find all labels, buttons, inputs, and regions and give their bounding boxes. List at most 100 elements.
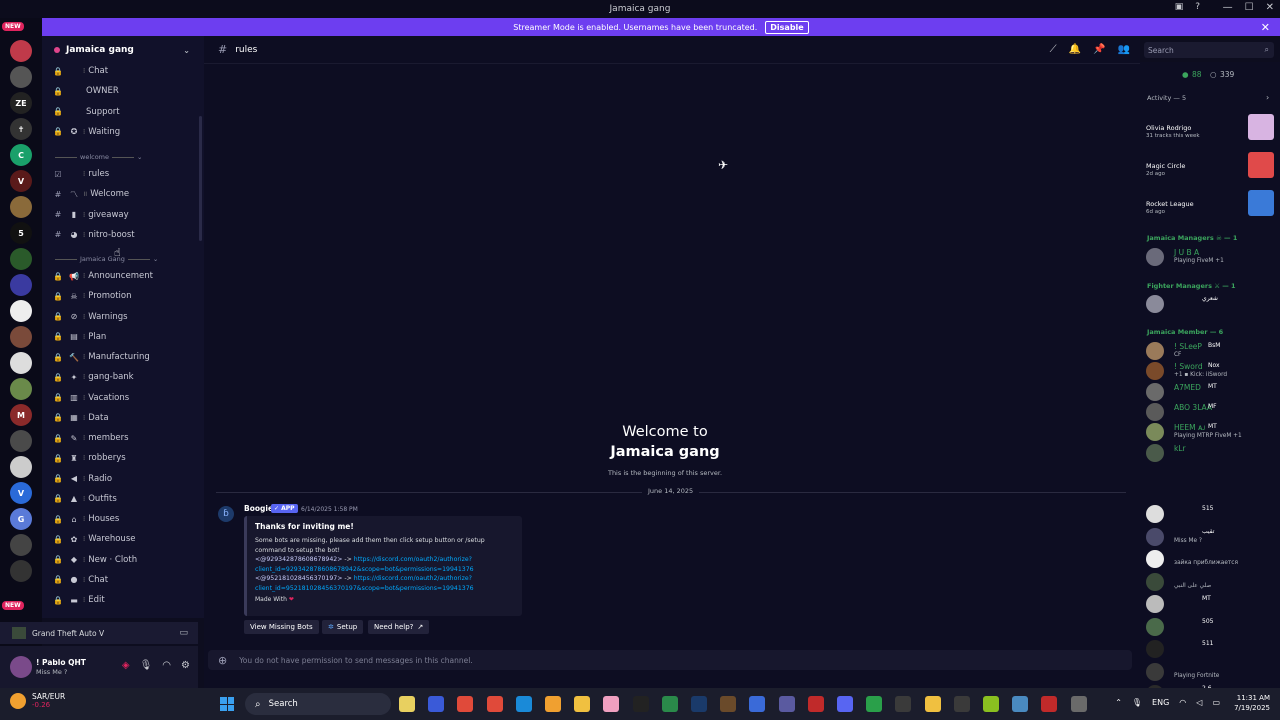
channel-gang[interactable]: 🔒 🔨 ⁞ Manufacturing — [52, 348, 200, 366]
server-icon[interactable] — [10, 326, 32, 348]
battery-icon[interactable]: ▭ — [1212, 698, 1220, 707]
taskbar-app-icon[interactable] — [661, 696, 678, 712]
taskbar-app-icon[interactable] — [983, 696, 999, 712]
search-input[interactable]: Search ⌕ — [1144, 42, 1274, 58]
server-icon[interactable]: V — [10, 170, 32, 192]
server-icon[interactable] — [10, 248, 32, 270]
member-row[interactable]: Playing Fortnite — [1146, 662, 1274, 682]
invite-link[interactable]: https://discord.com/oauth2/authorize? — [354, 556, 472, 563]
server-icon[interactable] — [10, 352, 32, 374]
member-row[interactable]: شعري — [1146, 294, 1274, 314]
channel-gang[interactable]: 🔒 ⊘ ⁞ Warnings — [52, 308, 200, 326]
channel-gang[interactable]: 🔒 ● ⁞ Chat — [52, 571, 200, 589]
close-window-button[interactable]: ✕ — [1266, 2, 1274, 13]
channel-gang[interactable]: 🔒 ▲ ⁞ Outfits — [52, 490, 200, 508]
taskbar-app-icon[interactable] — [545, 696, 561, 712]
channel-top[interactable]: 🔒 ✪ ⁞ Waiting — [52, 123, 200, 141]
channel-gang[interactable]: 🔒 ◆ ⁞ New · Cloth — [52, 551, 200, 569]
start-button[interactable] — [220, 697, 234, 711]
headphones-icon[interactable]: ◠ — [162, 660, 171, 671]
taskbar-search[interactable]: ⌕ Search — [245, 693, 391, 715]
taskbar-app-icon[interactable] — [515, 696, 532, 712]
taskbar-app-icon[interactable] — [1041, 696, 1058, 712]
gear-icon[interactable]: ⚙ — [181, 660, 190, 671]
setup-button[interactable]: ✲ Setup — [322, 620, 364, 634]
taskbar-app-icon[interactable] — [691, 696, 707, 712]
threads-icon[interactable]: ⟋ — [1050, 44, 1057, 55]
channel-gang[interactable]: 🔒 ▤ ⁞ Plan — [52, 328, 200, 346]
taskbar-app-icon[interactable] — [837, 696, 853, 712]
bot-mention[interactable]: <@929342878608678942> — [255, 556, 342, 563]
chevron-right-icon[interactable]: › — [1266, 93, 1269, 102]
channel-welcome[interactable]: # ▮ ⁞ giveaway — [52, 206, 200, 224]
chevron-down-icon[interactable]: ⌄ — [183, 46, 190, 55]
member-row[interactable]: MT — [1146, 594, 1274, 614]
channel-welcome[interactable]: ☑ ⁞ rules — [52, 165, 200, 183]
member-row[interactable]: kLr — [1146, 443, 1274, 463]
member-row[interactable]: 505 — [1146, 617, 1274, 637]
invite-link[interactable]: client_id=952181028456370197&scope=bot&p… — [255, 585, 474, 592]
view-missing-bots-button[interactable]: View Missing Bots — [244, 620, 319, 634]
wifi-icon[interactable]: ◠ — [1179, 698, 1186, 707]
close-banner-icon[interactable]: ✕ — [1261, 21, 1270, 34]
bot-avatar[interactable]: ɓ — [218, 506, 234, 522]
volume-icon[interactable]: ◁ — [1196, 698, 1202, 707]
channel-gang[interactable]: 🔒 ♜ ⁞ robberys — [52, 449, 200, 467]
channel-gang[interactable]: 🔒 ▦ ⁞ Data — [52, 409, 200, 427]
pin-icon[interactable]: 📌 — [1093, 44, 1105, 55]
taskbar-app-icon[interactable] — [574, 696, 591, 712]
member-row[interactable]: ABO 3LAA MF — [1146, 402, 1274, 422]
widget-weather[interactable]: SAR/EUR -0.26 — [10, 692, 65, 709]
member-row[interactable]: ! SLeeP CF BsM — [1146, 341, 1274, 361]
taskbar-app-icon[interactable] — [603, 696, 620, 712]
server-icon[interactable]: ✝ — [10, 118, 32, 140]
invite-link[interactable]: https://discord.com/oauth2/authorize? — [354, 575, 472, 582]
server-icon[interactable] — [10, 274, 32, 296]
server-icon[interactable]: ZE — [10, 92, 32, 114]
member-row[interactable]: صلي على النبي — [1146, 572, 1274, 592]
taskbar-app-icon[interactable] — [428, 696, 445, 712]
taskbar-app-icon[interactable] — [1070, 696, 1087, 712]
member-row[interactable]: ! Sword +1 ▪ Kick: iiSword Nox — [1146, 361, 1274, 381]
message-composer[interactable]: ⊕ You do not have permission to send mes… — [208, 650, 1132, 670]
members-icon[interactable]: 👥 — [1118, 44, 1130, 55]
inbox-icon[interactable]: ▣ — [1175, 2, 1184, 12]
minimize-button[interactable]: — — [1223, 2, 1233, 13]
channel-welcome[interactable]: # 〽 ॥ Welcome — [52, 185, 200, 203]
channel-top[interactable]: 🔒 ⁞ Chat — [52, 62, 200, 80]
bell-icon[interactable]: 🔔 — [1069, 44, 1081, 55]
channel-category[interactable]: Jamaica Gang ⌄ — [52, 253, 200, 265]
channel-top[interactable]: 🔒 Support — [52, 103, 200, 121]
channel-gang[interactable]: 🔒 ⌂ ⁞ Houses — [52, 510, 200, 528]
taskbar-app-icon[interactable] — [953, 696, 970, 712]
member-row[interactable]: 515 — [1146, 504, 1274, 524]
taskbar-app-icon[interactable] — [720, 696, 737, 712]
channel-gang[interactable]: 🔒 ▬ ⁞ Edit — [52, 591, 200, 609]
screen-share-icon[interactable]: ▭ — [179, 628, 188, 638]
clock[interactable]: 11:31 AM 7/19/2025 — [1234, 693, 1270, 713]
server-icon[interactable] — [10, 430, 32, 452]
member-row[interactable]: зайка приближается — [1146, 549, 1274, 569]
taskbar-app-icon[interactable] — [1012, 696, 1029, 712]
taskbar-app-icon[interactable] — [895, 696, 912, 712]
member-row[interactable]: HEEM ᴀᴊ Playing MTRP FiveM +1 MT — [1146, 422, 1274, 442]
server-icon[interactable] — [10, 378, 32, 400]
server-icon[interactable]: C — [10, 144, 32, 166]
server-icon[interactable]: M — [10, 404, 32, 426]
message-author[interactable]: Boogie — [244, 504, 273, 513]
bot-mention[interactable]: <@952181028456370197> — [255, 575, 342, 582]
member-row[interactable]: Miss Me ? تقيب — [1146, 527, 1274, 547]
channel-gang[interactable]: 🔒 ▥ ⁞ Vacations — [52, 389, 200, 407]
taskbar-app-icon[interactable] — [749, 696, 766, 712]
channel-gang[interactable]: 🔒 ◀ ⁞ Radio — [52, 470, 200, 488]
activity-card[interactable]: Rocket League 6d ago — [1146, 190, 1274, 222]
need-help-button[interactable]: Need help? ↗ — [368, 620, 430, 634]
channel-gang[interactable]: 🔒 ☠ ⁞ Promotion — [52, 287, 200, 305]
taskbar-app-icon[interactable] — [807, 696, 824, 712]
game-activity-bar[interactable]: Grand Theft Auto V ▭ — [0, 622, 198, 644]
channel-gang[interactable]: 🔒 ✎ ⁞ members — [52, 429, 200, 447]
scrollbar[interactable] — [199, 116, 202, 241]
avatar[interactable] — [10, 656, 32, 678]
channel-gang[interactable]: 🔒 ✦ ⁞ gang-bank — [52, 368, 200, 386]
server-icon[interactable]: G — [10, 508, 32, 530]
